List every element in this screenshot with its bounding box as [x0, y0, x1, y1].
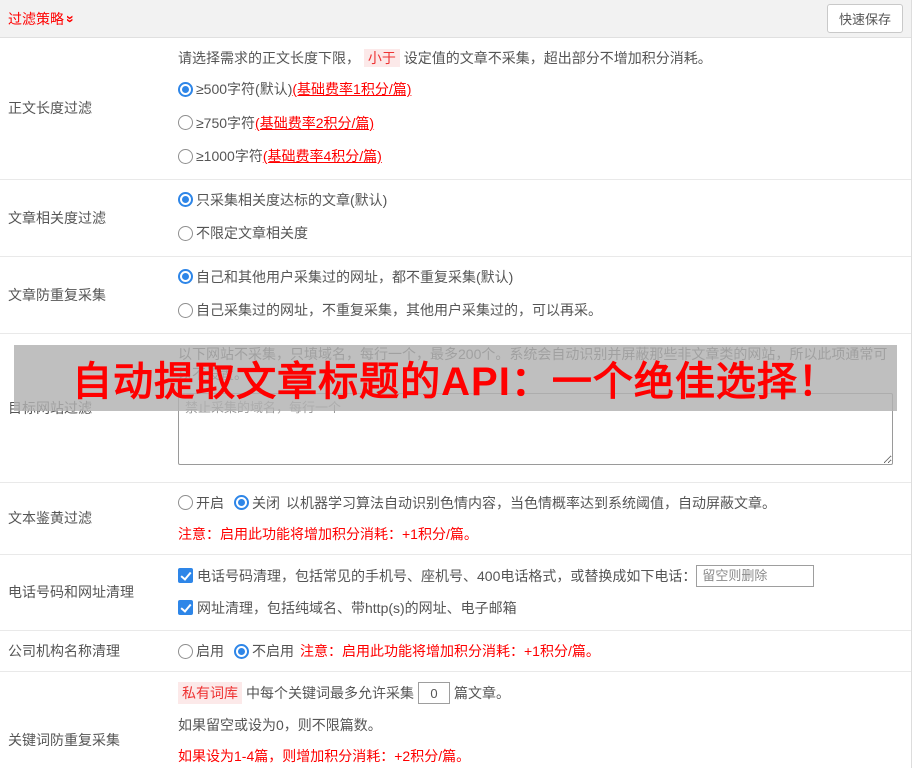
- row-article-dedup: 文章防重复采集 自己和其他用户采集过的网址，都不重复采集(默认) 自己采集过的网…: [0, 257, 911, 334]
- row-company-clean: 公司机构名称清理 启用 不启用 注意：启用此功能将增加积分消耗：+1积分/篇。: [0, 631, 911, 672]
- row-label: 文本鉴黄过滤: [0, 483, 178, 554]
- checkbox-phone-clean[interactable]: 电话号码清理，包括常见的手机号、座机号、400电话格式，或替换成如下电话：: [178, 566, 696, 586]
- ad-banner-text: 自动提取文章标题的API：一个绝佳选择！: [72, 349, 839, 407]
- radio-option-porn-off[interactable]: 关闭: [234, 493, 280, 513]
- radio-icon[interactable]: [178, 226, 193, 241]
- checkbox-checked-icon[interactable]: [178, 568, 193, 583]
- radio-option-dedup-own[interactable]: 自己采集过的网址，不重复采集，其他用户采集过的，可以再采。: [178, 300, 602, 320]
- row-content: 开启 关闭 以机器学习算法自动识别色情内容，当色情概率达到系统阈值，自动屏蔽文章…: [178, 483, 911, 554]
- row-content: 私有词库 中每个关键词最多允许采集 篇文章。 如果留空或设为0，则不限篇数。 如…: [178, 672, 911, 768]
- radio-icon[interactable]: [234, 644, 249, 659]
- filter-settings-page: 过滤策略 快速保存 正文长度过滤 请选择需求的正文长度下限， 小于 设定值的文章…: [0, 0, 912, 768]
- radio-icon[interactable]: [178, 303, 193, 318]
- radio-option-dedup-all[interactable]: 自己和其他用户采集过的网址，都不重复采集(默认): [178, 267, 513, 287]
- radio-option-relevance-any[interactable]: 不限定文章相关度: [178, 223, 308, 243]
- company-clean-note: 注意：启用此功能将增加积分消耗：+1积分/篇。: [300, 641, 600, 661]
- row-content: 电话号码清理，包括常见的手机号、座机号、400电话格式，或替换成如下电话： 网址…: [178, 555, 911, 631]
- radio-option-company-disable[interactable]: 不启用: [234, 641, 294, 661]
- fee-note: (基础费率1积分/篇): [292, 79, 411, 99]
- private-lexicon-highlight: 私有词库: [178, 682, 242, 704]
- replacement-phone-input[interactable]: [696, 565, 814, 587]
- quick-save-button[interactable]: 快速保存: [827, 4, 903, 33]
- row-label: 文章防重复采集: [0, 257, 178, 333]
- radio-option-company-enable[interactable]: 启用: [178, 641, 224, 661]
- radio-icon[interactable]: [178, 115, 193, 130]
- row-relevance-filter: 文章相关度过滤 只采集相关度达标的文章(默认) 不限定文章相关度: [0, 180, 911, 257]
- fee-note: (基础费率4积分/篇): [263, 146, 382, 166]
- keyword-dedup-line2: 如果留空或设为0，则不限篇数。: [178, 715, 899, 735]
- row-content: 启用 不启用 注意：启用此功能将增加积分消耗：+1积分/篇。: [178, 631, 911, 671]
- less-than-highlight: 小于: [364, 49, 400, 67]
- radio-icon[interactable]: [178, 495, 193, 510]
- porn-filter-note: 注意：启用此功能将增加积分消耗：+1积分/篇。: [178, 524, 899, 544]
- fee-note: (基础费率2积分/篇): [255, 113, 374, 133]
- row-label: 公司机构名称清理: [0, 631, 178, 671]
- radio-option-porn-on[interactable]: 开启: [178, 493, 224, 513]
- radio-icon[interactable]: [178, 82, 193, 97]
- checkbox-checked-icon[interactable]: [178, 600, 193, 615]
- header-bar: 过滤策略 快速保存: [0, 0, 911, 38]
- keyword-dedup-line3: 如果设为1-4篇，则增加积分消耗：+2积分/篇。: [178, 746, 899, 766]
- radio-icon[interactable]: [178, 644, 193, 659]
- row-phone-url-clean: 电话号码和网址清理 电话号码清理，包括常见的手机号、座机号、400电话格式，或替…: [0, 555, 911, 632]
- radio-icon[interactable]: [234, 495, 249, 510]
- page-title: 过滤策略: [8, 9, 64, 29]
- row-content: 只采集相关度达标的文章(默认) 不限定文章相关度: [178, 180, 911, 256]
- radio-icon[interactable]: [178, 149, 193, 164]
- row-content: 请选择需求的正文长度下限， 小于 设定值的文章不采集，超出部分不增加积分消耗。 …: [178, 38, 911, 179]
- radio-option-1000[interactable]: ≥1000字符 (基础费率4积分/篇): [178, 146, 382, 166]
- row-label: 关键词防重复采集: [0, 672, 178, 768]
- row-content: 自己和其他用户采集过的网址，都不重复采集(默认) 自己采集过的网址，不重复采集，…: [178, 257, 911, 333]
- row-label: 正文长度过滤: [0, 38, 178, 179]
- row-content-length-filter: 正文长度过滤 请选择需求的正文长度下限， 小于 设定值的文章不采集，超出部分不增…: [0, 38, 911, 180]
- ad-overlay-banner[interactable]: 自动提取文章标题的API：一个绝佳选择！: [14, 345, 897, 411]
- porn-filter-desc: 以机器学习算法自动识别色情内容，当色情概率达到系统阈值，自动屏蔽文章。: [286, 493, 776, 513]
- radio-option-750[interactable]: ≥750字符 (基础费率2积分/篇): [178, 113, 374, 133]
- radio-icon[interactable]: [178, 269, 193, 284]
- row-label: 电话号码和网址清理: [0, 555, 178, 631]
- keyword-article-count-input[interactable]: [418, 682, 450, 704]
- row-keyword-dedup: 关键词防重复采集 私有词库 中每个关键词最多允许采集 篇文章。 如果留空或设为0…: [0, 672, 911, 768]
- content-length-intro: 请选择需求的正文长度下限， 小于 设定值的文章不采集，超出部分不增加积分消耗。: [178, 48, 899, 68]
- double-chevron-down-icon: [64, 15, 78, 23]
- row-porn-filter: 文本鉴黄过滤 开启 关闭 以机器学习算法自动识别色情内容，当色情概率达到系统阈值…: [0, 483, 911, 555]
- radio-option-500[interactable]: ≥500字符(默认) (基础费率1积分/篇): [178, 79, 411, 99]
- radio-icon[interactable]: [178, 192, 193, 207]
- row-label: 文章相关度过滤: [0, 180, 178, 256]
- section-title-toggle[interactable]: 过滤策略: [8, 9, 75, 29]
- checkbox-url-clean[interactable]: 网址清理，包括纯域名、带http(s)的网址、电子邮箱: [178, 598, 517, 618]
- radio-option-relevance-only[interactable]: 只采集相关度达标的文章(默认): [178, 190, 387, 210]
